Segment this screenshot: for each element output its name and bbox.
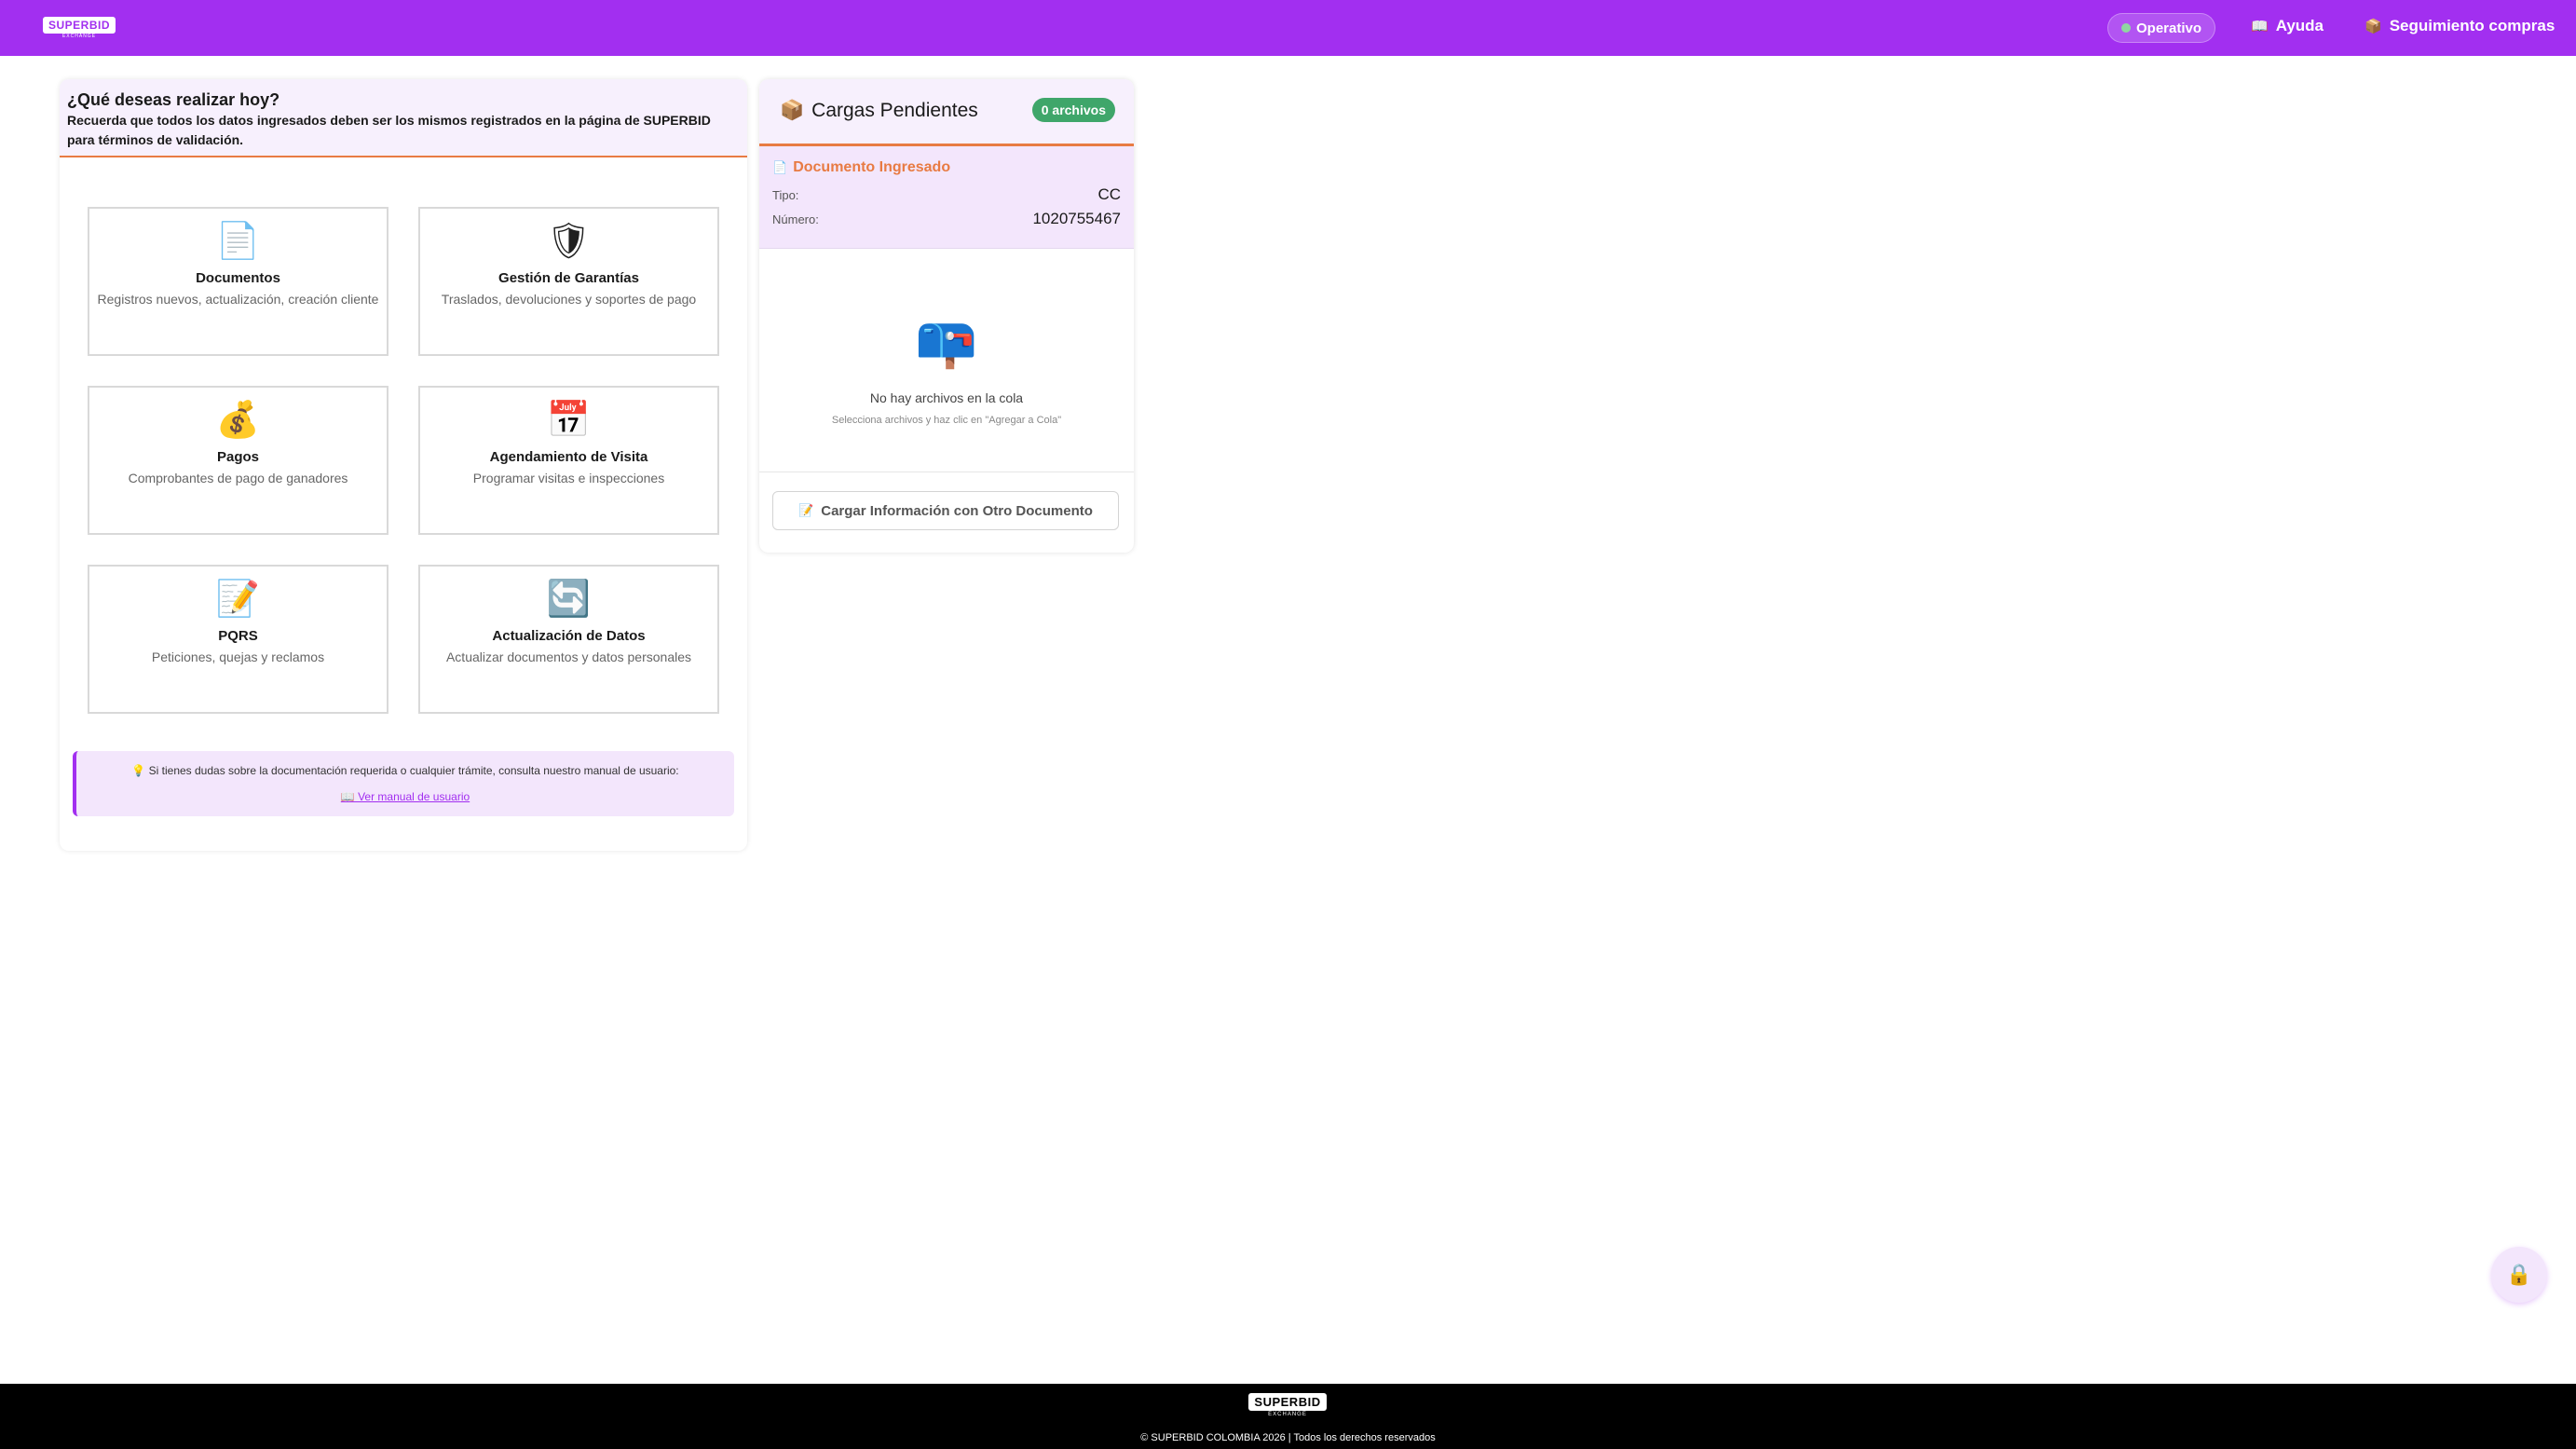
- lock-icon: 🔒: [2506, 1263, 2532, 1286]
- tile-pqrs[interactable]: 📝 PQRS Peticiones, quejas y reclamos: [88, 565, 388, 714]
- pending-uploads-title: Cargas Pendientes: [811, 100, 978, 121]
- refresh-icon: 🔄: [546, 580, 592, 619]
- load-other-document-label: Cargar Información con Otro Documento: [821, 502, 1093, 519]
- tile-title: Agendamiento de Visita: [489, 449, 648, 465]
- actions-card: ¿Qué deseas realizar hoy? Recuerda que t…: [60, 79, 747, 851]
- entered-document-label-wrap: 📄 Documento Ingresado: [772, 159, 1121, 176]
- tile-title: Actualización de Datos: [492, 628, 646, 644]
- footer-copyright: © SUPERBID COLOMBIA 2026 | Todos los der…: [1140, 1432, 1436, 1443]
- memo-icon: 📝: [215, 580, 261, 619]
- load-other-document-button[interactable]: 📝 Cargar Información con Otro Documento: [772, 491, 1119, 530]
- tracking-label: Seguimiento compras: [2389, 17, 2556, 34]
- page-subtitle: Recuerda que todos los datos ingresados …: [67, 113, 711, 147]
- doc-type-row: Tipo: CC: [772, 185, 1121, 204]
- tile-title: PQRS: [218, 628, 258, 644]
- status-badge: Operativo: [2107, 13, 2216, 43]
- tile-description: Actualizar documentos y datos personales: [445, 649, 692, 664]
- tile-description: Programar visitas e inspecciones: [472, 471, 665, 485]
- doc-number-label: Número:: [772, 212, 819, 226]
- pending-uploads-header: 📦 Cargas Pendientes 0 archivos: [759, 79, 1134, 146]
- entered-document-section: 📄 Documento Ingresado Tipo: CC Número: 1…: [759, 146, 1134, 249]
- doc-number-value: 1020755467: [1032, 210, 1121, 227]
- tile-description: Registros nuevos, actualización, creació…: [97, 292, 379, 307]
- help-notice: 💡 Si tienes dudas sobre la documentación…: [73, 751, 734, 816]
- tracking-link[interactable]: 📦 Seguimiento compras: [2365, 17, 2555, 35]
- tile-title: Pagos: [216, 449, 259, 465]
- package-icon: 📦: [780, 100, 805, 121]
- footer-logo: SUPERBID EXCHANGE: [1245, 1393, 1330, 1421]
- empty-queue-title: No hay archivos en la cola: [869, 390, 1024, 405]
- tile-description: Peticiones, quejas y reclamos: [151, 649, 325, 664]
- pending-uploads-card: 📦 Cargas Pendientes 0 archivos 📄 Documen…: [759, 79, 1134, 553]
- calendar-icon: 📅: [546, 401, 592, 440]
- status-label: Operativo: [2136, 20, 2202, 36]
- tile-description: Comprobantes de pago de ganadores: [128, 471, 348, 485]
- mailbox-icon: 📪: [915, 314, 978, 370]
- doc-number-row: Número: 1020755467: [772, 210, 1121, 228]
- empty-queue-hint: Selecciona archivos y haz clic en "Agreg…: [831, 415, 1062, 426]
- book-icon: 📖: [2251, 19, 2269, 34]
- footer: SUPERBID EXCHANGE © SUPERBID COLOMBIA 20…: [0, 1384, 2576, 1449]
- superbid-logo[interactable]: SUPERBID EXCHANGE: [39, 17, 119, 39]
- memo-icon: 📝: [798, 503, 814, 517]
- page-title: ¿Qué deseas realizar hoy?: [67, 90, 280, 109]
- help-label: Ayuda: [2275, 17, 2324, 34]
- footer-logo-text: SUPERBID: [1248, 1393, 1327, 1411]
- footer-logo-subtext: EXCHANGE: [1268, 1412, 1307, 1417]
- logo-subtext: EXCHANGE: [61, 34, 97, 39]
- tile-gestion-garantias[interactable]: 🛡 Gestión de Garantías Traslados, devolu…: [418, 207, 719, 356]
- tile-documentos[interactable]: 📄 Documentos Registros nuevos, actualiza…: [88, 207, 388, 356]
- top-navbar: SUPERBID EXCHANGE Operativo 📖 Ayuda 📦 Se…: [0, 0, 2576, 56]
- tile-title: Gestión de Garantías: [498, 270, 639, 286]
- file-count-badge: 0 archivos: [1031, 98, 1115, 122]
- help-notice-text: 💡 Si tienes dudas sobre la documentación…: [131, 764, 679, 777]
- actions-card-header: ¿Qué deseas realizar hoy? Recuerda que t…: [60, 79, 747, 157]
- document-icon: 📄: [215, 222, 261, 261]
- help-link[interactable]: 📖 Ayuda: [2251, 17, 2324, 35]
- status-dot-icon: [2121, 23, 2131, 33]
- empty-queue: 📪 No hay archivos en la cola Selecciona …: [759, 249, 1134, 472]
- doc-type-label: Tipo:: [772, 187, 799, 202]
- tile-description: Traslados, devoluciones y soportes de pa…: [441, 292, 697, 307]
- entered-document-label: Documento Ingresado: [793, 159, 951, 175]
- tile-pagos[interactable]: 💰 Pagos Comprobantes de pago de ganadore…: [88, 386, 388, 535]
- lock-button[interactable]: 🔒: [2491, 1247, 2547, 1303]
- tile-title: Documentos: [196, 270, 280, 286]
- page-icon: 📄: [772, 160, 788, 174]
- pending-uploads-title-wrap: 📦 Cargas Pendientes: [780, 100, 978, 122]
- money-bag-icon: 💰: [215, 401, 261, 440]
- logo-text: SUPERBID: [42, 17, 116, 34]
- doc-type-value: CC: [1097, 185, 1121, 203]
- user-manual-link[interactable]: 📖 Ver manual de usuario: [341, 790, 470, 803]
- package-icon: 📦: [2365, 19, 2382, 34]
- tile-actualizacion-datos[interactable]: 🔄 Actualización de Datos Actualizar docu…: [418, 565, 719, 714]
- tile-agendamiento-visita[interactable]: 📅 Agendamiento de Visita Programar visit…: [418, 386, 719, 535]
- shield-icon: 🛡: [546, 222, 592, 261]
